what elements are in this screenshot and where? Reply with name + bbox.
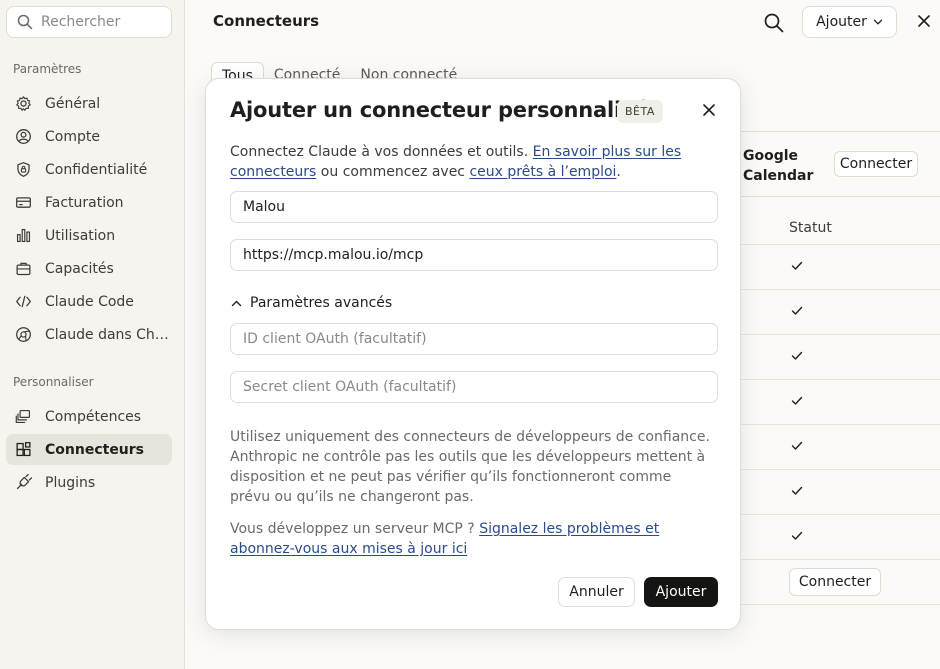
beta-badge: BÊTA xyxy=(617,100,663,123)
sidebar-item-label: Utilisation xyxy=(45,227,116,244)
check-icon xyxy=(791,486,803,495)
dialog-description: Connectez Claude à vos données et outils… xyxy=(230,142,700,182)
globe-icon xyxy=(14,326,32,344)
ready-made-connectors-link[interactable]: ceux prêts à l’emploi xyxy=(469,164,616,180)
row-divider xyxy=(740,469,940,470)
description-text: ou commencez avec xyxy=(316,164,470,180)
page-title: Connecteurs xyxy=(213,12,320,30)
sidebar-item-account[interactable]: Compte xyxy=(6,121,172,152)
sidebar-item-claude-code[interactable]: Claude Code xyxy=(6,286,172,317)
description-text: . xyxy=(616,164,621,180)
chevron-up-icon xyxy=(231,300,242,306)
layers-icon xyxy=(14,408,32,426)
oauth-client-secret-field[interactable]: Secret client OAuth (facultatif) xyxy=(230,371,718,403)
user-circle-icon xyxy=(14,128,32,146)
status-column-header: Statut xyxy=(789,220,832,236)
row-divider xyxy=(740,334,940,335)
check-icon xyxy=(791,261,803,270)
add-custom-connector-dialog: Ajouter un connecteur personnalisé BÊTA … xyxy=(205,78,741,630)
briefcase-icon xyxy=(14,260,32,278)
section-label-settings: Paramètres xyxy=(13,62,82,76)
oauth-client-id-field[interactable]: ID client OAuth (facultatif) xyxy=(230,323,718,355)
check-icon xyxy=(791,396,803,405)
sidebar-item-label: Compétences xyxy=(45,408,142,425)
advanced-settings-toggle[interactable]: Paramètres avancés xyxy=(231,295,392,311)
row-divider xyxy=(740,244,940,245)
dialog-title: Ajouter un connecteur personnalisé xyxy=(230,98,648,122)
sidebar-item-capabilities[interactable]: Capacités xyxy=(6,253,172,284)
connector-grid-icon xyxy=(14,441,32,459)
check-icon xyxy=(791,441,803,450)
sidebar-item-general[interactable]: Général xyxy=(6,88,172,119)
row-divider xyxy=(740,289,940,290)
row-divider xyxy=(740,514,940,515)
sidebar-item-usage[interactable]: Utilisation xyxy=(6,220,172,251)
connect-button[interactable]: Connecter xyxy=(834,151,918,177)
description-text: Connectez Claude à vos données et outils… xyxy=(230,144,533,160)
search-icon[interactable] xyxy=(763,12,785,34)
check-icon xyxy=(791,306,803,315)
mcp-developer-note: Vous développez un serveur MCP ? Signale… xyxy=(230,519,714,559)
trust-warning: Utilisez uniquement des connecteurs de d… xyxy=(230,429,710,505)
sidebar-item-label: Confidentialité xyxy=(45,161,148,178)
credit-card-icon xyxy=(14,194,32,212)
search-icon xyxy=(17,14,33,30)
chevron-down-icon xyxy=(873,19,883,25)
check-icon xyxy=(791,351,803,360)
section-label-personalize: Personnaliser xyxy=(13,375,94,389)
sidebar-item-label: Connecteurs xyxy=(45,441,145,458)
sidebar-item-claude-in-chrome[interactable]: Claude dans Ch… xyxy=(6,319,172,350)
sidebar-item-billing[interactable]: Facturation xyxy=(6,187,172,218)
sidebar-item-plugins[interactable]: Plugins xyxy=(6,467,172,498)
row-divider xyxy=(740,604,940,605)
add-button[interactable]: Ajouter xyxy=(644,577,718,607)
close-icon[interactable] xyxy=(702,103,716,117)
sidebar-item-label: Général xyxy=(45,95,101,112)
cancel-button[interactable]: Annuler xyxy=(558,577,635,607)
mcp-note-text: Vous développez un serveur MCP ? xyxy=(230,521,480,537)
add-connector-button[interactable]: Ajouter xyxy=(802,6,897,38)
sidebar-item-privacy[interactable]: Confidentialité xyxy=(6,154,172,185)
sidebar-item-connectors[interactable]: Connecteurs xyxy=(6,434,172,465)
connector-name: Google Calendar xyxy=(743,148,814,184)
google-calendar-card: Google Calendar Connecter xyxy=(725,131,940,197)
code-icon xyxy=(14,293,32,311)
connector-name-field[interactable]: Malou xyxy=(230,191,718,223)
close-icon[interactable] xyxy=(915,12,933,30)
advanced-settings-label: Paramètres avancés xyxy=(250,295,393,311)
sidebar-item-skills[interactable]: Compétences xyxy=(6,401,172,432)
sidebar-item-label: Claude Code xyxy=(45,293,134,310)
gear-icon xyxy=(14,95,32,113)
row-divider xyxy=(740,559,940,560)
sidebar-item-label: Plugins xyxy=(45,474,96,491)
sidebar-item-label: Capacités xyxy=(45,260,114,277)
plug-icon xyxy=(14,474,32,492)
shield-lock-icon xyxy=(14,161,32,179)
sidebar-item-label: Claude dans Ch… xyxy=(45,326,169,343)
check-icon xyxy=(791,531,803,540)
connector-url-field[interactable]: https://mcp.malou.io/mcp xyxy=(230,239,718,271)
sidebar-search[interactable]: Rechercher xyxy=(6,6,172,38)
sidebar-item-label: Compte xyxy=(45,128,100,145)
row-divider xyxy=(740,379,940,380)
bar-chart-icon xyxy=(14,227,32,245)
row-divider xyxy=(740,424,940,425)
connect-button[interactable]: Connecter xyxy=(789,568,881,596)
search-placeholder: Rechercher xyxy=(41,14,121,30)
add-button-label: Ajouter xyxy=(816,14,867,30)
sidebar-item-label: Facturation xyxy=(45,194,124,211)
sidebar: Rechercher Paramètres Général Compte Con… xyxy=(0,0,185,669)
